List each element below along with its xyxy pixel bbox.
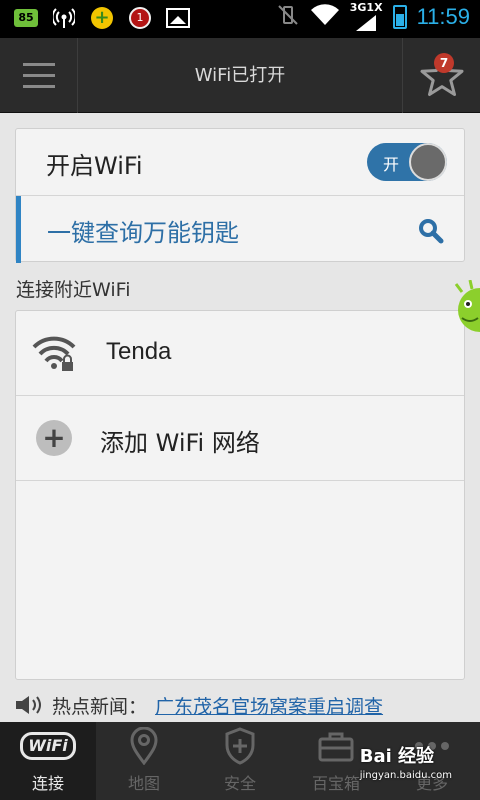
wifi-toggle[interactable]: 开 (367, 143, 447, 181)
tab-label: 安全 (223, 774, 256, 793)
tab-label: 连接 (31, 774, 64, 793)
menu-icon-line (22, 74, 55, 77)
add-network-row[interactable]: + 添加 WiFi 网络 (16, 396, 464, 481)
network-item-tenda[interactable]: Tenda (16, 311, 464, 396)
tab-label: 百宝箱 (311, 774, 360, 793)
app-plus-notification-icon: + (90, 7, 114, 29)
tab-label: 地图 (127, 774, 160, 793)
toolbox-icon (317, 726, 355, 766)
cell-bars-icon (356, 15, 377, 31)
mascot-icon[interactable] (450, 280, 480, 340)
app-bar: WiFi已打开 7 (0, 38, 480, 113)
network-name: Tenda (106, 338, 172, 365)
add-network-label: 添加 WiFi 网络 (100, 429, 260, 457)
menu-icon-line (22, 85, 55, 88)
page-title: WiFi已打开 (194, 65, 286, 86)
menu-icon-line (22, 63, 55, 66)
status-bar: 85 + 1 3G1X 11:59 (0, 0, 480, 38)
news-ticker: 热点新闻： 广东茂名官场窝案重启调查 (14, 690, 383, 720)
key-search-row[interactable]: 一键查询万能钥匙 (16, 196, 464, 263)
baidu-watermark: Bai 经验 jingyan.baidu.com (360, 742, 452, 781)
alarm-count: 1 (129, 7, 151, 29)
hotspot-signal-icon (52, 7, 76, 29)
network-type-label: 3G1X (349, 1, 383, 14)
image-notification-icon (166, 7, 190, 29)
alarm-notification-icon: 1 (128, 7, 152, 29)
wifi-control-card: 开启WiFi 开 一键查询万能钥匙 (15, 128, 465, 263)
menu-button[interactable] (0, 38, 78, 113)
cellular-signal: 3G1X (350, 2, 383, 32)
map-pin-icon (129, 726, 159, 766)
wifi-signal-icon (310, 3, 340, 31)
tab-map[interactable]: 地图 (96, 722, 192, 800)
news-label: 热点新闻： (52, 695, 148, 718)
clock: 11:59 (416, 4, 470, 29)
favorites-button[interactable]: 7 (402, 38, 480, 113)
toggle-knob (409, 143, 447, 181)
battery-saver-badge: 85 (14, 9, 38, 27)
favorites-count-badge: 7 (434, 53, 454, 73)
speaker-icon (16, 696, 41, 714)
vibrate-off-icon (276, 3, 300, 31)
notification-icons: 85 + 1 (14, 7, 190, 29)
search-icon[interactable] (418, 218, 444, 244)
key-search-label: 一键查询万能钥匙 (47, 219, 239, 247)
locked-wifi-icon (32, 336, 76, 371)
watermark-url: jingyan.baidu.com (359, 770, 452, 781)
battery-icon (392, 5, 407, 29)
watermark-brand: Bai 经验 (359, 746, 435, 767)
add-icon: + (36, 420, 72, 456)
tab-security[interactable]: 安全 (192, 722, 288, 800)
toggle-state-text: 开 (383, 155, 400, 174)
wifi-switch-row: 开启WiFi 开 (16, 129, 464, 196)
wifi-icon: WiFi (20, 726, 76, 766)
news-headline-link[interactable]: 广东茂名官场窝案重启调查 (155, 692, 383, 719)
network-list: Tenda + 添加 WiFi 网络 (15, 310, 465, 680)
tab-connect[interactable]: WiFi 连接 (0, 722, 96, 800)
wifi-switch-label: 开启WiFi (46, 152, 143, 180)
shield-icon (224, 726, 256, 766)
battery-saver-notification-icon: 85 (14, 7, 38, 29)
nearby-section-title: 连接附近WiFi (16, 279, 131, 301)
system-icons: 3G1X 11:59 (276, 2, 470, 32)
